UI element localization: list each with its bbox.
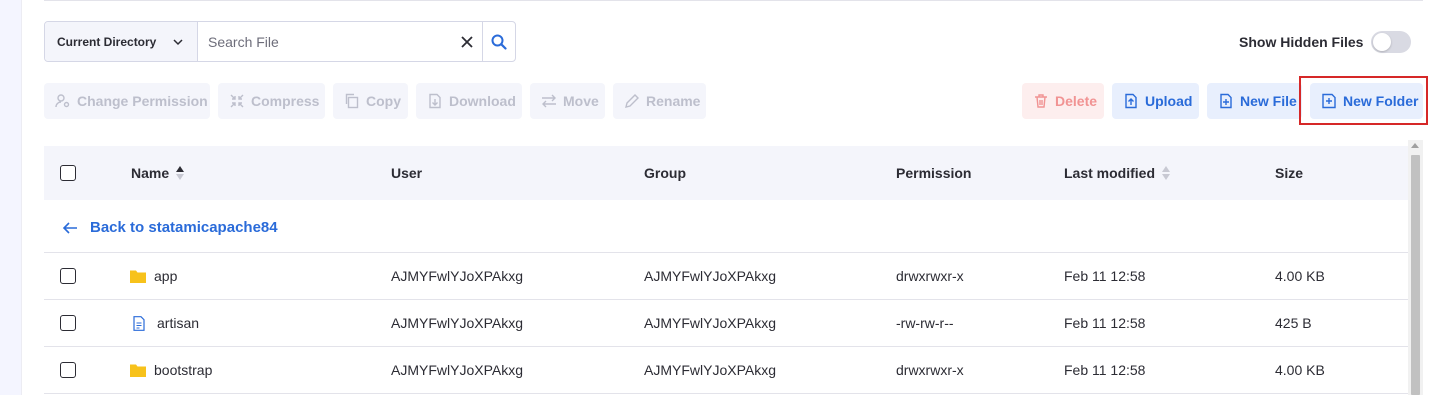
file-user: AJMYFwlYJoXPAkxg <box>391 268 523 284</box>
column-header-name[interactable]: Name <box>131 165 185 181</box>
trash-icon <box>1035 94 1047 108</box>
folder-icon <box>130 270 146 283</box>
file-permission: drwxrwxr-x <box>896 362 964 378</box>
table-row[interactable]: artisan AJMYFwlYJoXPAkxg AJMYFwlYJoXPAkx… <box>44 300 1408 347</box>
scrollbar-thumb[interactable] <box>1411 155 1420 395</box>
scroll-up-arrow[interactable] <box>1411 143 1419 148</box>
copy-button[interactable]: Copy <box>333 83 408 119</box>
upload-icon <box>1125 93 1137 109</box>
show-hidden-files-toggle[interactable] <box>1371 31 1412 53</box>
directory-scope-select[interactable]: Current Directory <box>45 22 198 61</box>
compress-icon <box>230 94 244 108</box>
highlight-annotation <box>1299 76 1428 125</box>
move-label: Move <box>563 93 599 109</box>
show-hidden-files-label: Show Hidden Files <box>1239 34 1364 50</box>
change-permission-label: Change Permission <box>77 93 208 109</box>
file-user: AJMYFwlYJoXPAkxg <box>391 362 523 378</box>
file-name[interactable]: app <box>154 268 177 284</box>
search-button[interactable] <box>482 22 515 61</box>
user-key-icon <box>55 94 70 108</box>
row-checkbox[interactable] <box>60 268 76 284</box>
upload-label: Upload <box>1145 93 1193 109</box>
search-bar: Current Directory <box>44 21 516 62</box>
delete-button[interactable]: Delete <box>1022 83 1104 119</box>
select-all-checkbox[interactable] <box>60 165 76 181</box>
file-modified: Feb 11 12:58 <box>1064 315 1146 331</box>
file-plus-icon <box>1220 93 1232 109</box>
back-link[interactable]: Back to statamicapache84 <box>62 219 278 236</box>
rename-button[interactable]: Rename <box>613 83 706 119</box>
close-icon <box>461 35 473 48</box>
folder-icon <box>130 364 146 377</box>
directory-scope-label: Current Directory <box>57 34 157 49</box>
delete-label: Delete <box>1055 93 1098 109</box>
file-user: AJMYFwlYJoXPAkxg <box>391 315 523 331</box>
file-permission: -rw-rw-r-- <box>896 315 954 331</box>
column-header-size: Size <box>1275 165 1304 181</box>
row-checkbox[interactable] <box>60 362 76 378</box>
change-permission-button[interactable]: Change Permission <box>44 83 210 119</box>
file-group: AJMYFwlYJoXPAkxg <box>644 268 776 284</box>
table-row[interactable]: bootstrap AJMYFwlYJoXPAkxg AJMYFwlYJoXPA… <box>44 347 1408 394</box>
file-size: 425 B <box>1275 315 1312 331</box>
file-group: AJMYFwlYJoXPAkxg <box>644 362 776 378</box>
download-icon <box>429 93 441 109</box>
column-header-last-modified[interactable]: Last modified <box>1064 165 1171 181</box>
move-arrows-icon <box>542 94 556 108</box>
upload-button[interactable]: Upload <box>1112 83 1199 119</box>
sort-icon <box>176 166 185 180</box>
file-modified: Feb 11 12:58 <box>1064 362 1146 378</box>
column-header-group: Group <box>644 165 686 181</box>
divider <box>44 0 1423 1</box>
new-file-label: New File <box>1240 93 1297 109</box>
search-input[interactable] <box>198 22 452 61</box>
new-file-button[interactable]: New File <box>1207 83 1302 119</box>
clear-search-button[interactable] <box>452 22 482 61</box>
file-size: 4.00 KB <box>1275 268 1325 284</box>
left-sidebar-edge <box>0 0 22 395</box>
file-modified: Feb 11 12:58 <box>1064 268 1146 284</box>
column-header-user: User <box>391 165 423 181</box>
copy-icon <box>345 93 359 109</box>
file-text-icon <box>133 315 145 331</box>
file-name[interactable]: bootstrap <box>154 362 212 378</box>
move-button[interactable]: Move <box>530 83 605 119</box>
toggle-knob <box>1373 33 1392 51</box>
file-name[interactable]: artisan <box>157 315 199 331</box>
compress-button[interactable]: Compress <box>218 83 325 119</box>
back-row: Back to statamicapache84 <box>44 200 1408 253</box>
table-row[interactable]: app AJMYFwlYJoXPAkxg AJMYFwlYJoXPAkxg dr… <box>44 253 1408 300</box>
pencil-icon <box>625 94 639 108</box>
rename-label: Rename <box>646 93 701 109</box>
copy-label: Copy <box>366 93 401 109</box>
file-permission: drwxrwxr-x <box>896 268 964 284</box>
row-checkbox[interactable] <box>60 315 76 331</box>
chevron-down-icon <box>173 39 183 46</box>
file-table: Name User Group Permission Last modified… <box>44 146 1408 394</box>
show-hidden-files-toggle-group: Show Hidden Files <box>1239 31 1412 53</box>
column-header-permission: Permission <box>896 165 972 181</box>
file-size: 4.00 KB <box>1275 362 1325 378</box>
download-button[interactable]: Download <box>416 83 522 119</box>
table-header: Name User Group Permission Last modified… <box>44 146 1408 200</box>
table-scrollbar[interactable] <box>1408 140 1423 395</box>
sort-icon <box>1162 166 1171 180</box>
download-label: Download <box>449 93 516 109</box>
compress-label: Compress <box>251 93 320 109</box>
file-group: AJMYFwlYJoXPAkxg <box>644 315 776 331</box>
arrow-left-icon <box>62 221 77 234</box>
search-icon <box>491 34 507 50</box>
